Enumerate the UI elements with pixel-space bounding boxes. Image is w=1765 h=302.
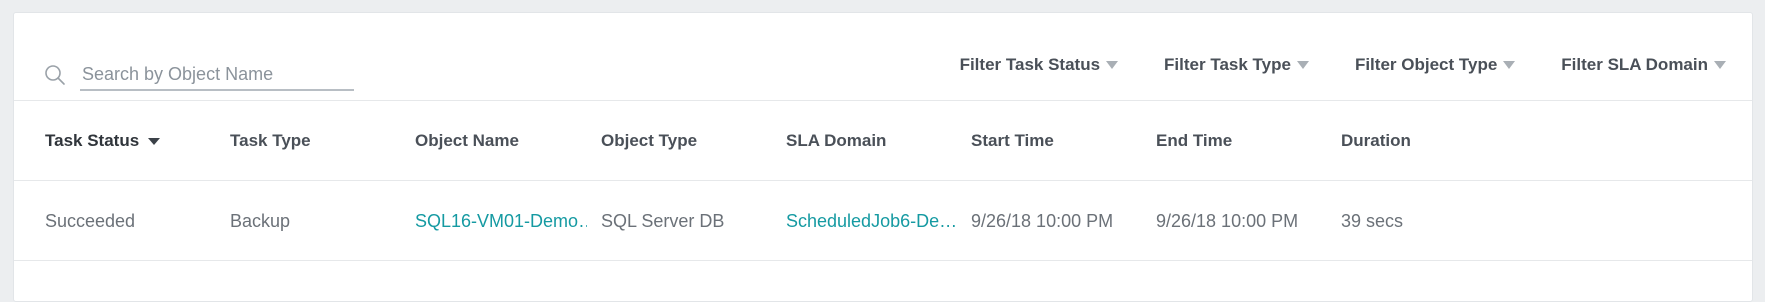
column-header-label: Duration	[1341, 131, 1411, 150]
column-header-label: Task Status	[45, 131, 140, 150]
table-row: Succeeded Backup SQL16-VM01-Demo… SQL Se…	[14, 181, 1752, 261]
column-header-start-time[interactable]: Start Time	[971, 101, 1151, 181]
caret-down-icon	[1503, 61, 1516, 69]
filter-sla-domain-dropdown[interactable]: Filter SLA Domain	[1561, 55, 1726, 75]
column-header-label: Start Time	[971, 131, 1054, 150]
search-input[interactable]	[80, 59, 354, 91]
search-bar	[44, 59, 354, 91]
object-type-cell: SQL Server DB	[601, 210, 725, 231]
end-time-cell: 9/26/18 10:00 PM	[1156, 210, 1299, 231]
filter-label: Filter SLA Domain	[1561, 55, 1708, 74]
column-header-sla-domain[interactable]: SLA Domain	[786, 101, 956, 181]
filter-label: Filter Task Status	[959, 55, 1101, 74]
column-header-label: Task Type	[230, 131, 311, 150]
table-header-row: Task Status Task Type Object Name Object…	[14, 101, 1752, 181]
caret-down-icon	[1106, 61, 1119, 69]
task-report-card: Filter Task Status Filter Task Type Filt…	[13, 12, 1753, 302]
column-header-label: End Time	[1156, 131, 1233, 150]
filter-task-status-dropdown[interactable]: Filter Task Status	[959, 55, 1119, 75]
filter-label: Filter Task Type	[1164, 55, 1291, 74]
column-header-object-type[interactable]: Object Type	[601, 101, 781, 181]
filter-bar: Filter Task Status Filter Task Type Filt…	[960, 55, 1726, 75]
caret-down-icon	[1714, 61, 1726, 69]
object-name-link[interactable]: SQL16-VM01-Demo…	[415, 181, 587, 261]
column-header-label: SLA Domain	[786, 131, 887, 150]
toolbar: Filter Task Status Filter Task Type Filt…	[14, 13, 1752, 101]
object-name-cell: SQL16-VM01-Demo…	[415, 181, 587, 261]
task-status-cell: Succeeded	[45, 210, 136, 231]
column-header-end-time[interactable]: End Time	[1156, 101, 1336, 181]
filter-task-type-dropdown[interactable]: Filter Task Type	[1164, 55, 1309, 75]
column-header-label: Object Type	[601, 131, 698, 150]
task-type-cell: Backup	[230, 210, 291, 231]
sla-domain-link[interactable]: ScheduledJob6-De…	[786, 181, 956, 261]
column-header-object-name[interactable]: Object Name	[415, 101, 587, 181]
sla-domain-cell: ScheduledJob6-De…	[786, 181, 956, 261]
column-header-task-type[interactable]: Task Type	[230, 101, 410, 181]
filter-object-type-dropdown[interactable]: Filter Object Type	[1354, 55, 1516, 75]
filter-label: Filter Object Type	[1354, 55, 1498, 74]
duration-cell: 39 secs	[1341, 210, 1404, 231]
search-icon	[44, 63, 68, 87]
caret-down-icon	[1296, 61, 1309, 69]
column-header-duration[interactable]: Duration	[1341, 101, 1521, 181]
column-header-task-status[interactable]: Task Status	[45, 101, 225, 181]
start-time-cell: 9/26/18 10:00 PM	[971, 210, 1114, 231]
column-header-label: Object Name	[415, 131, 519, 150]
sort-desc-icon	[148, 137, 161, 145]
